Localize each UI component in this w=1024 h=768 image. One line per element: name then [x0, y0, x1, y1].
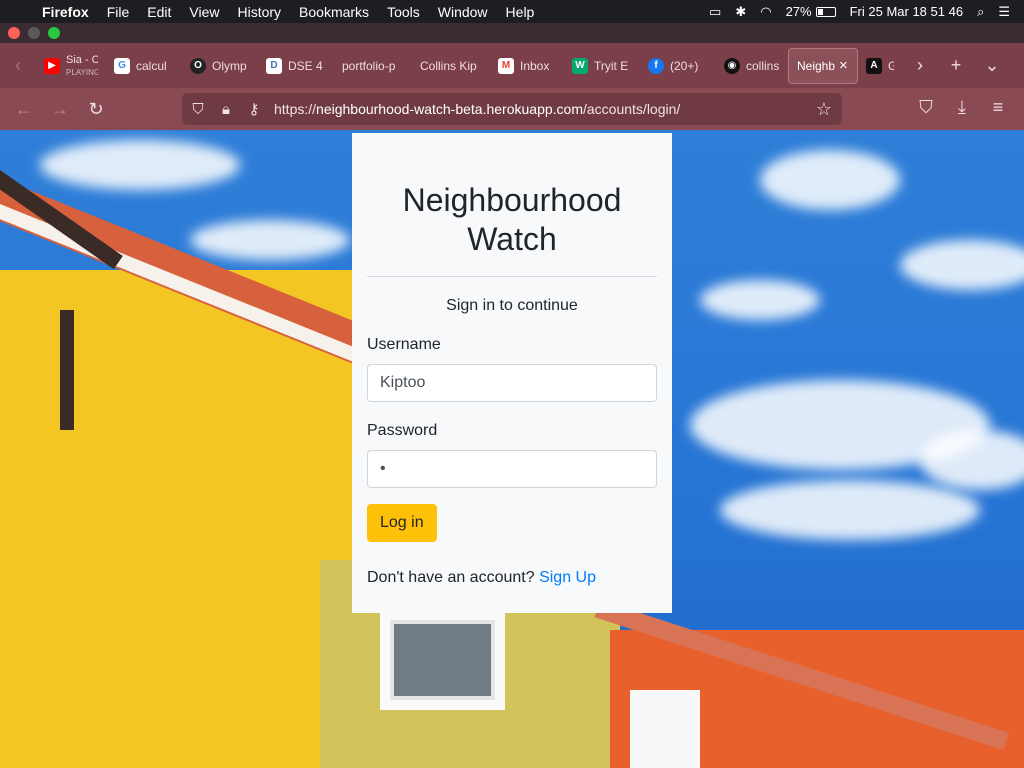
control-center-icon[interactable]: ☰ — [998, 4, 1010, 20]
battery-icon[interactable] — [815, 6, 836, 17]
tab-label: Collins Kip — [420, 58, 477, 73]
tab-collins-kip[interactable]: Collins Kip — [412, 48, 490, 84]
menu-edit[interactable]: Edit — [147, 4, 171, 20]
menu-hamburger-icon[interactable]: ≡ — [980, 97, 1016, 118]
login-subtitle: Sign in to continue — [446, 297, 578, 314]
password-input[interactable] — [367, 450, 657, 488]
menu-tools[interactable]: Tools — [387, 4, 420, 20]
username-input[interactable] — [367, 364, 657, 402]
facebook-icon: f — [648, 57, 664, 74]
clock[interactable]: Fri 25 Mar 18 51 46 — [850, 4, 963, 19]
username-label: Username — [367, 336, 441, 353]
google-icon: G — [114, 57, 130, 74]
url-bar[interactable]: ⛉ 🔒︎ ⚷ https://neighbourhood-watch-beta.… — [182, 93, 842, 125]
bookmark-star-icon[interactable]: ☆ — [816, 99, 832, 120]
reload-icon[interactable]: ↻ — [78, 99, 114, 120]
tab-angular[interactable]: A Gi — [858, 48, 902, 84]
url-scheme: https:// — [274, 101, 317, 117]
tab-label: Inbox — [520, 58, 550, 73]
tab-neighbourhood-watch[interactable]: Neighb × — [788, 47, 858, 84]
document-icon: D — [266, 57, 282, 74]
airplay-icon[interactable]: ▭ — [709, 4, 721, 20]
tab-strip: ‹ ▶ Sia - C PLAYING G calcul O Olymp D D… — [0, 43, 1024, 88]
menu-bookmarks[interactable]: Bookmarks — [299, 4, 369, 20]
menu-file[interactable]: File — [107, 4, 130, 20]
tab-label: (20+) — [670, 58, 699, 73]
url-text[interactable]: https://neighbourhood-watch-beta.herokua… — [274, 101, 680, 117]
tab-label: calcul — [136, 58, 167, 73]
back-icon[interactable]: ← — [6, 99, 42, 120]
zoom-window-button[interactable] — [48, 27, 60, 39]
tab-dse[interactable]: D DSE 4 — [258, 48, 334, 84]
tab-label: Sia - C — [66, 53, 98, 66]
spotlight-search-icon[interactable]: ⌕ — [977, 4, 984, 20]
tab-playing-label: PLAYING — [66, 67, 98, 77]
login-button[interactable]: Log in — [367, 504, 437, 542]
battery-percent: 27% — [785, 4, 812, 19]
key-icon[interactable]: ⚷ — [240, 100, 268, 118]
page-viewport: Neighbourhood Watch Sign in to continue … — [0, 130, 1024, 768]
tab-youtube[interactable]: ▶ Sia - C PLAYING — [36, 48, 106, 84]
close-window-button[interactable] — [8, 27, 20, 39]
gmail-icon: M — [498, 57, 514, 74]
github-icon: ◉ — [724, 57, 740, 74]
macos-menubar: Firefox File Edit View History Bookmarks… — [0, 0, 1024, 23]
bluetooth-icon[interactable]: ✱ — [735, 4, 746, 20]
tab-label: portfolio-p — [342, 58, 396, 73]
menu-history[interactable]: History — [237, 4, 281, 20]
tab-label: DSE 4 — [288, 58, 323, 73]
page-title: Neighbourhood Watch — [402, 182, 622, 257]
url-host: neighbourhood-watch-beta.herokuapp.com — [316, 101, 583, 117]
shield-icon[interactable]: ⛉ — [184, 101, 212, 118]
scroll-tabs-left-icon[interactable]: ‹ — [0, 55, 36, 76]
forward-icon[interactable]: → — [42, 99, 78, 120]
window-titlebar — [0, 23, 1024, 43]
wifi-icon[interactable]: ◠ — [760, 4, 771, 20]
tab-inbox[interactable]: M Inbox — [490, 48, 564, 84]
angular-icon: A — [866, 57, 882, 74]
youtube-icon: ▶ — [44, 57, 60, 74]
password-label: Password — [367, 422, 438, 439]
tab-label: collins — [746, 58, 780, 73]
lock-icon[interactable]: 🔒︎ — [212, 101, 240, 118]
tab-label: Olymp — [212, 58, 247, 73]
menu-window[interactable]: Window — [438, 4, 488, 20]
tab-tryit[interactable]: W Tryit E — [564, 48, 640, 84]
tab-label: Gi — [888, 58, 894, 73]
divider — [367, 276, 657, 277]
w3schools-icon: W — [572, 57, 588, 74]
tab-facebook[interactable]: f (20+) — [640, 48, 716, 84]
login-card: Neighbourhood Watch Sign in to continue … — [352, 133, 672, 613]
menu-view[interactable]: View — [189, 4, 219, 20]
navigation-toolbar: ← → ↻ ⛉ 🔒︎ ⚷ https://neighbourhood-watch… — [0, 88, 1024, 130]
tab-label: Neighb — [797, 58, 836, 73]
signup-prompt: Don't have an account? Sign Up — [367, 569, 657, 587]
scroll-tabs-right-icon[interactable]: › — [902, 55, 938, 76]
olympus-icon: O — [190, 57, 206, 74]
menu-help[interactable]: Help — [506, 4, 535, 20]
menu-firefox[interactable]: Firefox — [42, 4, 89, 20]
tab-google[interactable]: G calcul — [106, 48, 182, 84]
tab-label: Tryit E — [594, 58, 629, 73]
list-all-tabs-icon[interactable]: ⌄ — [974, 55, 1010, 76]
new-tab-icon[interactable]: + — [938, 55, 974, 76]
url-path: /accounts/login/ — [583, 101, 681, 117]
minimize-window-button[interactable] — [28, 27, 40, 39]
signup-prompt-text: Don't have an account? — [367, 569, 535, 586]
pocket-icon[interactable]: ⛉ — [908, 97, 944, 118]
close-tab-icon[interactable]: × — [839, 57, 848, 74]
tab-olymp[interactable]: O Olymp — [182, 48, 258, 84]
downloads-icon[interactable]: ⤓ — [944, 97, 980, 118]
tab-portfolio[interactable]: portfolio-p — [334, 48, 412, 84]
signup-link[interactable]: Sign Up — [539, 569, 596, 586]
tab-github[interactable]: ◉ collins — [716, 48, 788, 84]
